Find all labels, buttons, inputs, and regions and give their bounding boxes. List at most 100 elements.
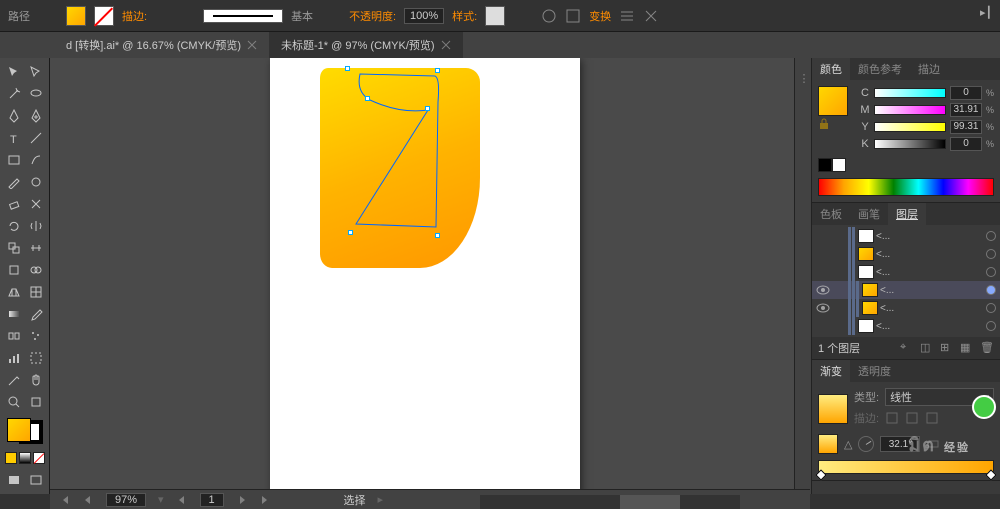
slice-tool[interactable] [4,370,24,390]
selected-path[interactable] [350,72,442,230]
eyedropper-tool[interactable] [26,304,46,324]
arrange-icon[interactable] [643,8,659,24]
column-graph-tool[interactable] [4,348,24,368]
anchor-point[interactable] [348,230,353,235]
c-slider[interactable] [874,88,946,98]
fill-color[interactable] [7,418,31,442]
mesh-tool[interactable] [26,282,46,302]
visibility-icon[interactable] [816,283,830,297]
style-swatch[interactable] [485,6,505,26]
layer-thumbnail[interactable] [862,283,878,297]
gradient-ramp[interactable] [818,460,994,474]
layer-thumbnail[interactable] [858,319,874,333]
m-slider[interactable] [874,105,946,115]
artboard-nav[interactable]: 1 [200,493,224,507]
stroke-style-preview[interactable] [203,9,283,23]
target-icon[interactable] [986,231,996,241]
tab-stroke[interactable]: 描边 [910,58,948,80]
direct-selection-tool[interactable] [26,62,46,82]
hand-tool[interactable] [26,370,46,390]
stroke-swatch[interactable] [94,6,114,26]
white-swatch[interactable] [832,158,846,172]
last-icon[interactable] [260,494,272,506]
black-swatch[interactable] [818,158,832,172]
fill-swatch[interactable] [66,6,86,26]
gradient-stop[interactable] [985,469,996,480]
gradient-stop-color[interactable] [818,434,838,454]
visibility-icon[interactable] [816,247,830,261]
visibility-icon[interactable] [816,265,830,279]
width-tool[interactable] [26,238,46,258]
canvas[interactable] [50,58,794,494]
stroke-along-icon[interactable] [905,411,919,425]
layer-row[interactable]: <... [812,299,1000,317]
print-tiling-tool[interactable] [26,392,46,412]
symbol-sprayer-tool[interactable] [26,326,46,346]
lock-icon[interactable] [818,118,830,130]
close-icon[interactable] [441,40,451,50]
target-icon[interactable] [986,249,996,259]
target-icon[interactable] [986,303,996,313]
prev-artboard-icon[interactable] [82,494,94,506]
scissors-tool[interactable] [26,194,46,214]
anchor-point[interactable] [365,96,370,101]
layer-row[interactable]: <... [812,263,1000,281]
m-value[interactable]: 31.91 [950,103,982,117]
zoom-tool[interactable] [4,392,24,412]
pen-tool[interactable] [4,106,24,126]
fill-stroke-indicator[interactable] [7,418,43,444]
zoom-level[interactable]: 97% [106,493,146,507]
close-icon[interactable] [247,40,257,50]
type-tool[interactable]: T [4,128,24,148]
target-icon[interactable] [986,321,996,331]
artboard-tool[interactable] [26,348,46,368]
y-value[interactable]: 99.31 [950,120,982,134]
tab-brushes[interactable]: 画笔 [850,203,888,225]
layer-thumbnail[interactable] [862,301,878,315]
visibility-icon[interactable] [816,301,830,315]
opacity-input[interactable] [404,8,444,24]
rotate-tool[interactable] [4,216,24,236]
add-anchor-tool[interactable] [26,106,46,126]
gradient-preview[interactable] [818,394,848,424]
gradient-mode-swatch[interactable] [19,452,31,464]
new-layer-icon[interactable]: ▦ [960,341,974,355]
blob-brush-tool[interactable] [26,172,46,192]
layer-thumbnail[interactable] [858,229,874,243]
stroke-within-icon[interactable] [885,411,899,425]
tab-swatches[interactable]: 色板 [812,203,850,225]
anchor-point[interactable] [435,233,440,238]
tab-document-2[interactable]: 未标题-1* @ 97% (CMYK/预览) [269,32,463,58]
layer-row[interactable]: <... [812,281,1000,299]
scrollbar-thumb[interactable] [620,495,680,509]
visibility-icon[interactable] [816,319,830,333]
opacity-label[interactable]: 不透明度: [349,8,396,24]
spectrum-picker[interactable] [818,178,994,196]
scale-tool[interactable] [4,238,24,258]
shape-builder-tool[interactable] [26,260,46,280]
tab-document-1[interactable]: d [转换].ai* @ 16.67% (CMYK/预览) [54,32,269,58]
reflect-tool[interactable] [26,216,46,236]
make-clipping-mask-icon[interactable]: ◫ [920,341,934,355]
style-label[interactable]: 样式: [452,8,477,24]
next-icon[interactable] [236,494,248,506]
eraser-tool[interactable] [4,194,24,214]
gradient-tool[interactable] [4,304,24,324]
stroke-label[interactable]: 描边: [122,8,147,24]
target-icon[interactable] [986,285,996,295]
k-slider[interactable] [874,139,946,149]
pencil-tool[interactable] [4,172,24,192]
align-icon[interactable] [619,8,635,24]
screen-mode-normal[interactable] [4,470,24,490]
horizontal-scrollbar[interactable] [480,495,740,509]
selection-tool[interactable] [4,62,24,82]
perspective-grid-tool[interactable] [4,282,24,302]
color-preview[interactable] [818,86,848,116]
paintbrush-tool[interactable] [26,150,46,170]
rectangle-tool[interactable] [4,150,24,170]
tab-color[interactable]: 颜色 [812,58,850,80]
tab-color-guide[interactable]: 颜色参考 [850,58,910,80]
anchor-point[interactable] [345,66,350,71]
locate-object-icon[interactable]: ⌖ [900,341,914,355]
collapse-bar-icon[interactable]: ▸┃ [980,6,996,16]
